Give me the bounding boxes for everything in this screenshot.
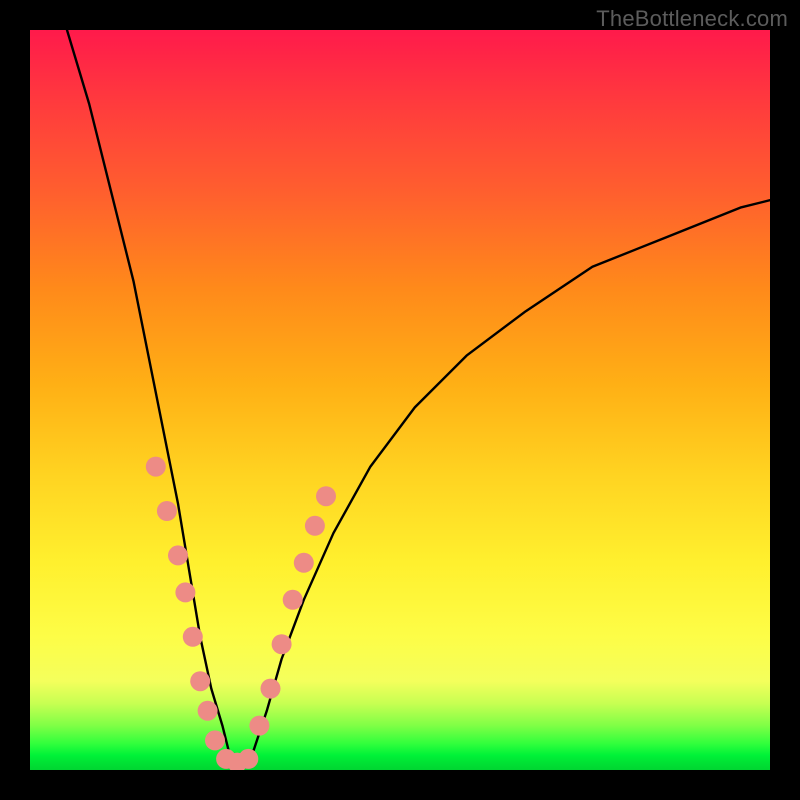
bottleneck-curve-svg <box>30 30 770 770</box>
curve-marker <box>238 749 258 769</box>
curve-marker <box>175 582 195 602</box>
curve-marker <box>249 716 269 736</box>
attribution-text: TheBottleneck.com <box>596 6 788 32</box>
bottleneck-curve-path <box>67 30 770 763</box>
curve-marker <box>205 730 225 750</box>
curve-marker <box>305 516 325 536</box>
curve-marker <box>157 501 177 521</box>
curve-marker <box>190 671 210 691</box>
marker-group <box>146 457 336 770</box>
curve-marker <box>283 590 303 610</box>
plot-area <box>30 30 770 770</box>
curve-marker <box>146 457 166 477</box>
curve-marker <box>294 553 314 573</box>
curve-marker <box>168 545 188 565</box>
curve-marker <box>272 634 292 654</box>
curve-marker <box>261 679 281 699</box>
curve-marker <box>316 486 336 506</box>
curve-marker <box>183 627 203 647</box>
curve-marker <box>198 701 218 721</box>
chart-frame: TheBottleneck.com <box>0 0 800 800</box>
